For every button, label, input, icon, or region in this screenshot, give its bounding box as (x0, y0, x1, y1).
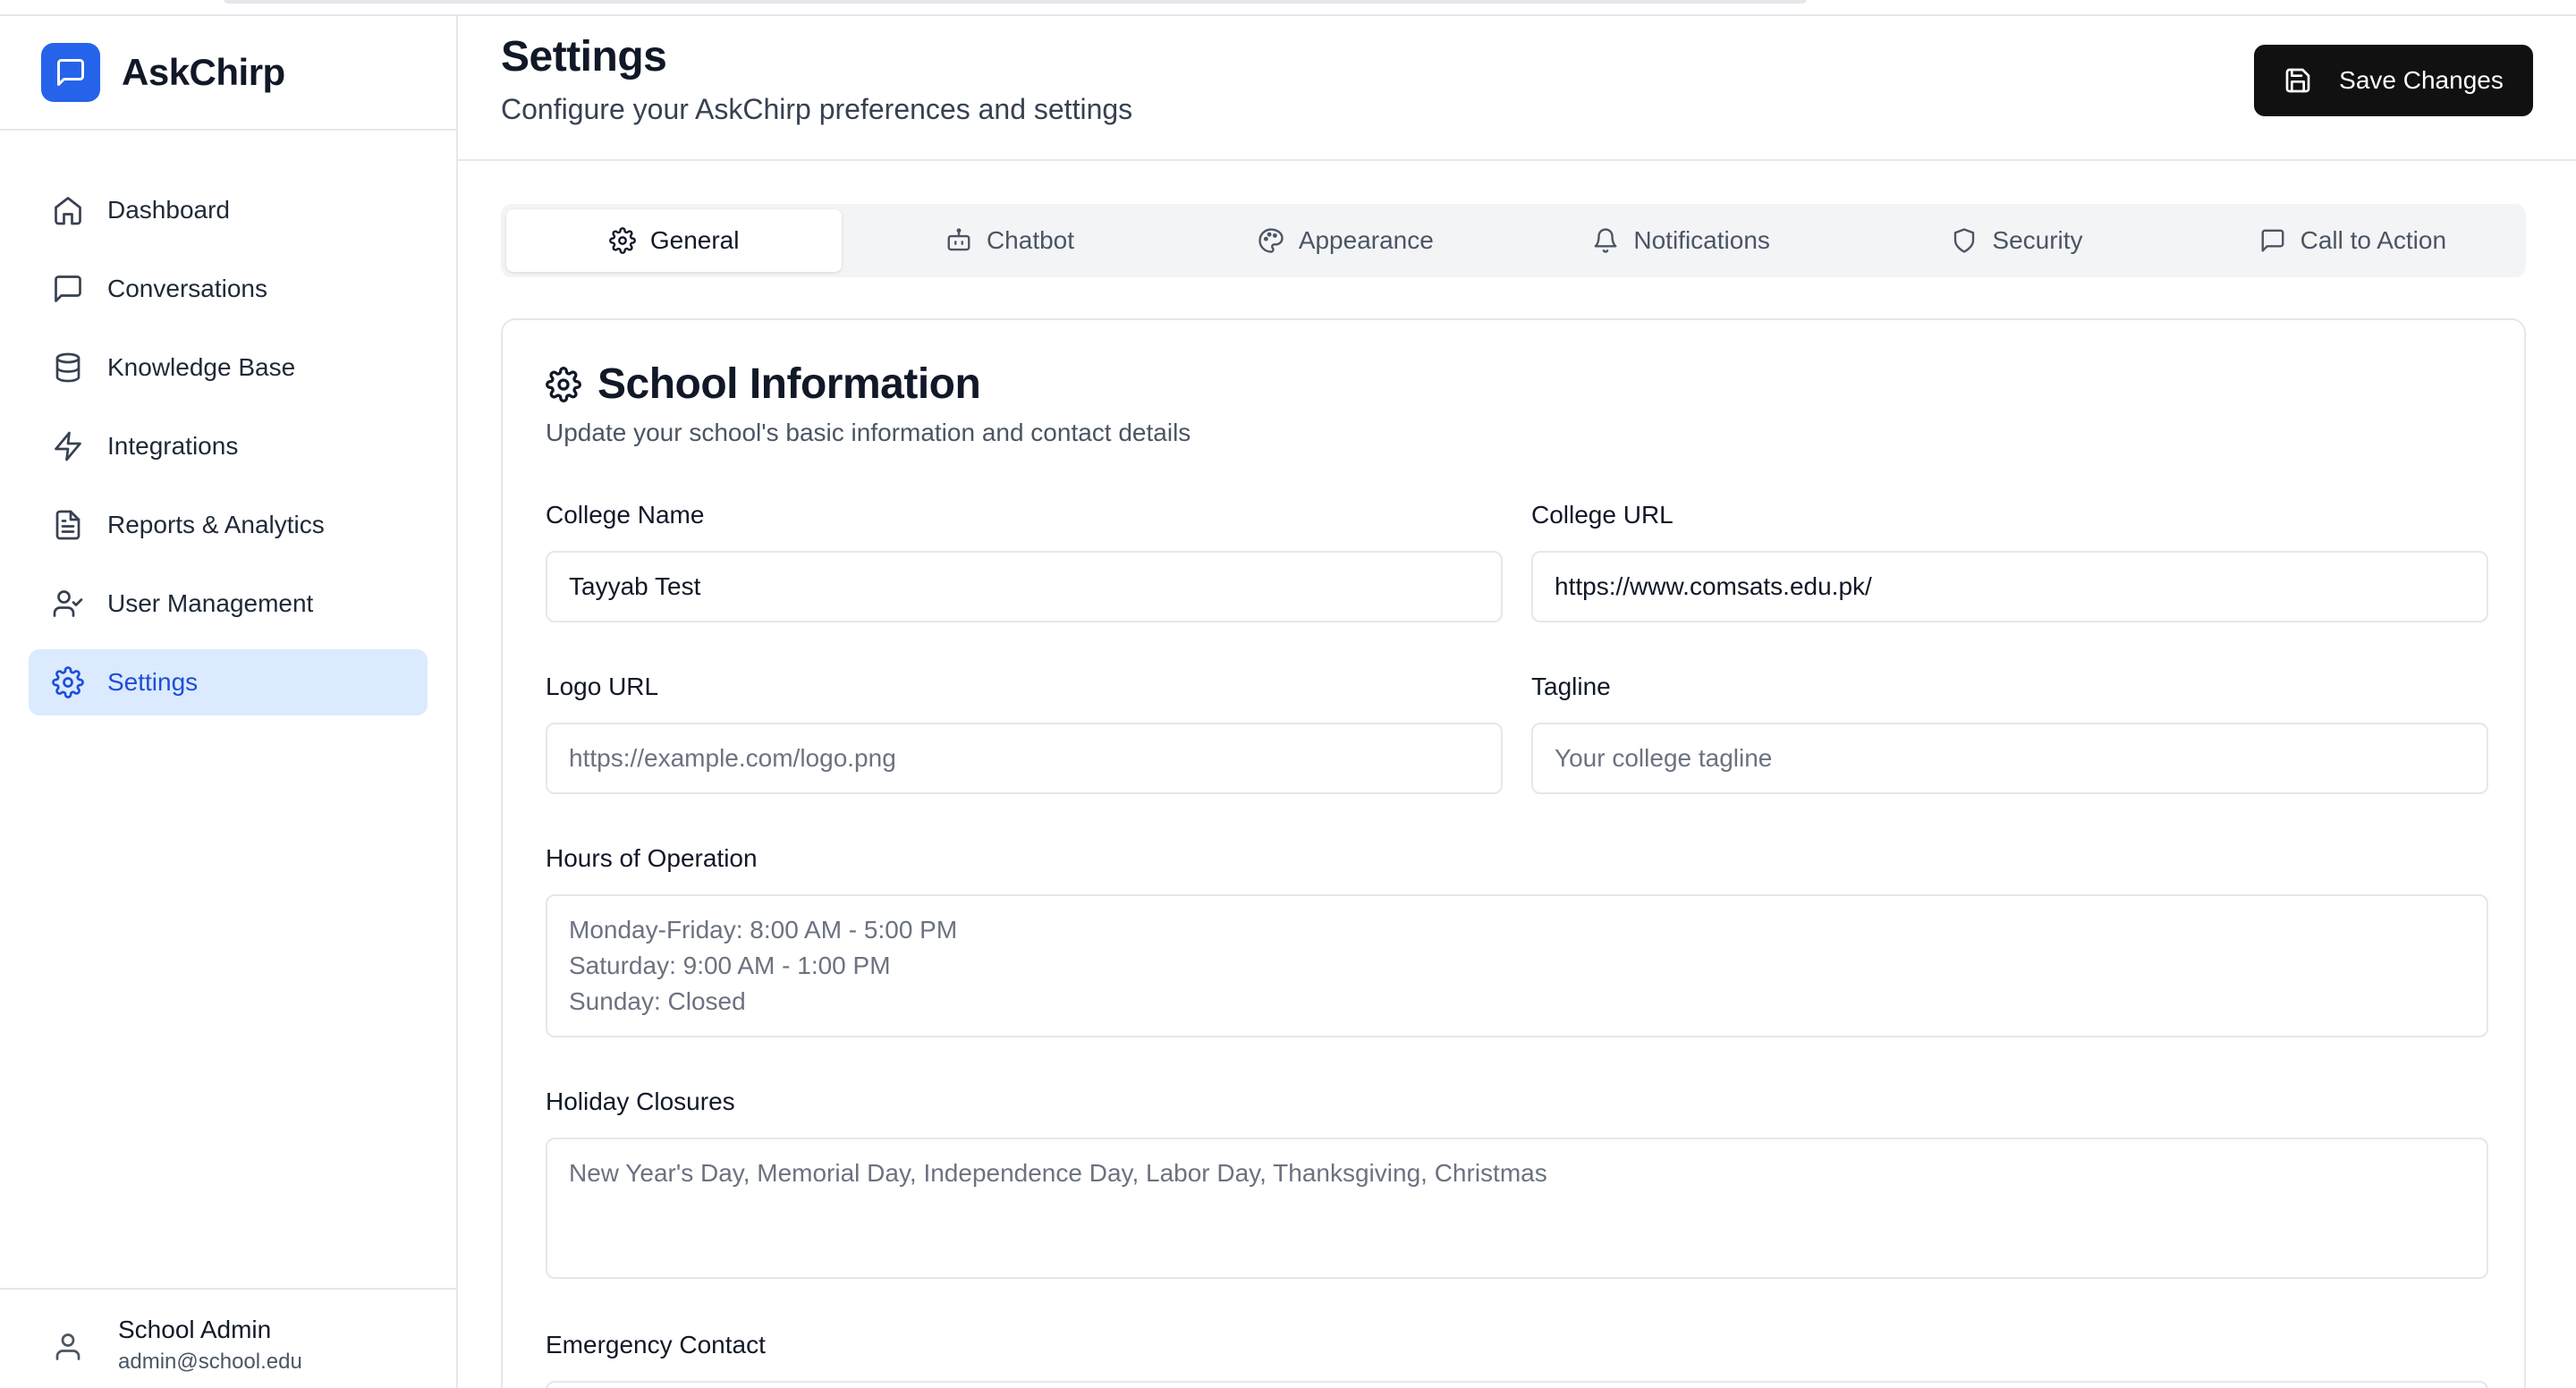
sidebar-item-label: Settings (107, 668, 199, 696)
sidebar-item-label: Reports & Analytics (107, 511, 325, 538)
sidebar: AskChirp Dashboard Conversations Knowled… (0, 16, 458, 1388)
holiday-placeholder: New Year's Day, Memorial Day, Independen… (569, 1159, 1547, 1187)
logo-url-input[interactable]: https://example.com/logo.png (546, 723, 1503, 794)
sidebar-item-label: Integrations (107, 432, 239, 460)
page-header: Settings Configure your AskChirp prefere… (458, 16, 2576, 161)
page-title: Settings (501, 33, 667, 80)
tab-security[interactable]: Security (1849, 209, 2184, 272)
card-description: Update your school's basic information a… (546, 419, 1191, 446)
shield-icon (1951, 227, 1978, 254)
emergency-contact-label: Emergency Contact (546, 1331, 766, 1358)
logo-url-label: Logo URL (546, 673, 659, 700)
brand-name: AskChirp (122, 51, 285, 93)
save-changes-label: Save Changes (2339, 66, 2504, 94)
tagline-input[interactable]: Your college tagline (1531, 723, 2488, 794)
tab-call-to-action[interactable]: Call to Action (2185, 209, 2521, 272)
sidebar-nav: Dashboard Conversations Knowledge Base I… (0, 131, 456, 715)
college-name-input[interactable]: Tayyab Test (546, 551, 1503, 622)
sidebar-item-label: Dashboard (107, 196, 230, 224)
main-content: General Chatbot Appearance Notifications… (458, 161, 2576, 1388)
school-information-card: School Information Update your school's … (501, 318, 2526, 1388)
tab-appearance[interactable]: Appearance (1178, 209, 1513, 272)
card-title: School Information (597, 360, 981, 408)
tagline-label: Tagline (1531, 673, 1611, 700)
zap-icon (50, 428, 86, 464)
user-name: School Admin (118, 1316, 272, 1343)
tab-chatbot[interactable]: Chatbot (842, 209, 1177, 272)
user-profile[interactable]: School Admin admin@school.edu (0, 1288, 456, 1388)
holiday-closures-textarea[interactable]: New Year's Day, Memorial Day, Independen… (546, 1138, 2488, 1279)
brand[interactable]: AskChirp (0, 16, 456, 131)
file-text-icon (50, 507, 86, 543)
tab-label: Appearance (1298, 226, 1434, 254)
sidebar-item-label: Conversations (107, 275, 267, 302)
brand-logo-icon (41, 43, 100, 102)
message-square-icon (50, 271, 86, 307)
hours-of-operation-textarea[interactable]: Monday-Friday: 8:00 AM - 5:00 PM Saturda… (546, 894, 2488, 1037)
gear-icon (546, 366, 581, 402)
bot-icon (945, 227, 972, 254)
palette-icon (1258, 227, 1284, 254)
holiday-closures-label: Holiday Closures (546, 1088, 735, 1115)
sidebar-item-label: Knowledge Base (107, 353, 296, 381)
page-subtitle: Configure your AskChirp preferences and … (501, 93, 1133, 125)
database-icon (50, 350, 86, 385)
scrollbar-thumb[interactable] (224, 0, 1807, 4)
message-square-icon (2259, 227, 2286, 254)
save-icon (2284, 66, 2312, 95)
sidebar-item-settings[interactable]: Settings (29, 649, 428, 715)
tab-label: General (649, 226, 740, 254)
card-header: School Information (546, 360, 981, 409)
tab-label: Call to Action (2300, 226, 2447, 254)
tab-label: Security (1992, 226, 2083, 254)
sidebar-item-label: User Management (107, 589, 314, 617)
user-icon (52, 1331, 88, 1367)
hours-of-operation-label: Hours of Operation (546, 844, 758, 872)
sidebar-item-conversations[interactable]: Conversations (29, 256, 428, 322)
user-email: admin@school.edu (118, 1350, 302, 1374)
tab-general[interactable]: General (506, 209, 843, 272)
college-url-input[interactable]: https://www.comsats.edu.pk/ (1531, 551, 2488, 622)
browser-scrollbar[interactable] (0, 0, 2576, 16)
home-icon (50, 192, 86, 228)
tab-notifications[interactable]: Notifications (1513, 209, 1849, 272)
sidebar-item-user-management[interactable]: User Management (29, 571, 428, 637)
tab-label: Chatbot (986, 226, 1075, 254)
hours-placeholder-line: Sunday: Closed (569, 987, 746, 1015)
sidebar-item-knowledge-base[interactable]: Knowledge Base (29, 334, 428, 401)
gear-icon (608, 227, 636, 254)
hours-placeholder-line: Saturday: 9:00 AM - 1:00 PM (569, 952, 891, 979)
settings-tabs: General Chatbot Appearance Notifications… (501, 204, 2526, 277)
emergency-contact-input[interactable] (546, 1381, 2488, 1388)
save-changes-button[interactable]: Save Changes (2254, 45, 2533, 116)
tab-label: Notifications (1633, 226, 1770, 254)
sidebar-item-dashboard[interactable]: Dashboard (29, 177, 428, 243)
sidebar-item-integrations[interactable]: Integrations (29, 413, 428, 479)
gear-icon (50, 664, 86, 700)
college-url-label: College URL (1531, 501, 1674, 529)
hours-placeholder-line: Monday-Friday: 8:00 AM - 5:00 PM (569, 916, 958, 944)
college-name-label: College Name (546, 501, 705, 529)
sidebar-item-reports-analytics[interactable]: Reports & Analytics (29, 492, 428, 558)
bell-icon (1592, 227, 1619, 254)
user-check-icon (50, 586, 86, 622)
